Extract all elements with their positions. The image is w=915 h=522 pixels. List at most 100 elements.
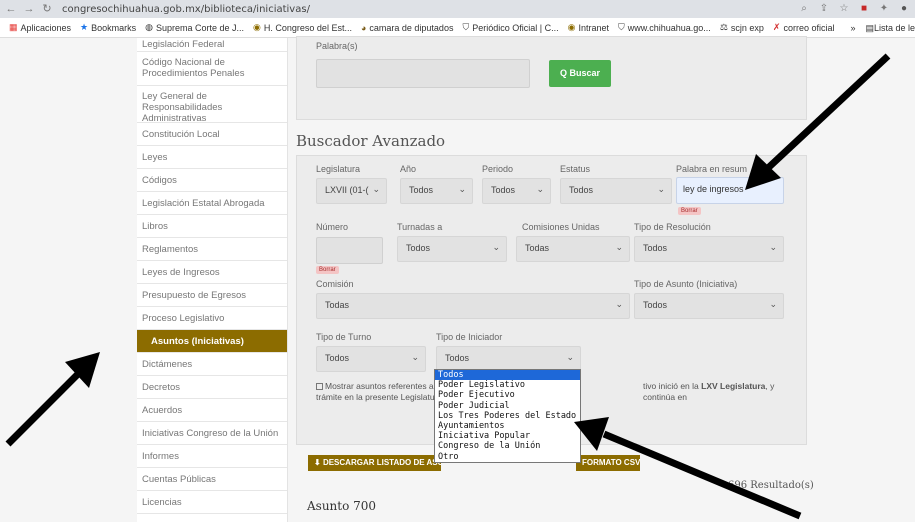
dropdown-option[interactable]: Los Tres Poderes del Estado [435, 411, 580, 421]
sidebar-item[interactable]: Licencias [137, 491, 287, 514]
star-icon[interactable]: ☆ [837, 2, 851, 16]
palabra-resumen-label: Palabra en resum [676, 164, 748, 174]
bookmark-periodico[interactable]: ⛉ Periódico Oficial | C... [462, 22, 558, 33]
sidebar-item[interactable]: Iniciativas Congreso de la Unión [137, 422, 287, 445]
bookmark-camara[interactable]: ◕ camara de diputados [361, 23, 454, 33]
sidebar-item[interactable]: Código Nacional de Procedimientos Penale… [137, 52, 287, 86]
reload-icon[interactable]: ↻ [40, 2, 54, 16]
chevron-down-icon: ⌄ [492, 242, 500, 252]
sidebar-item[interactable]: Presupuesto de Egresos [137, 284, 287, 307]
advanced-search-title: Buscador Avanzado [296, 132, 446, 150]
shield-icon: ⛉ [462, 22, 470, 32]
star-filled-icon: ★ [80, 22, 89, 32]
bookmark-chihuahua[interactable]: ⛉ www.chihuahua.go... [618, 22, 711, 33]
url-bar[interactable]: congresochihuahua.gob.mx/biblioteca/inic… [62, 4, 310, 15]
download-label: DESCARGAR LISTADO DE ASU [322, 458, 441, 467]
bookmark-label: Aplicaciones [20, 22, 72, 33]
congreso-icon: ◉ [567, 22, 576, 32]
numero-input[interactable] [316, 237, 383, 264]
simple-search-card: Palabra(s) Q Buscar [296, 36, 807, 120]
sidebar-item[interactable]: Proceso Legislativo [137, 307, 287, 330]
dropdown-option[interactable]: Congreso de la Unión [435, 441, 580, 451]
select-value: Todos [491, 185, 516, 195]
buscar-button[interactable]: Q Buscar [549, 60, 611, 87]
first-result-title[interactable]: Asunto 700 [307, 499, 376, 513]
profile-icon[interactable]: ● [897, 2, 911, 16]
bookmark-intranet[interactable]: ◉ Intranet [568, 22, 609, 33]
legislatura-select[interactable]: LXVII (01-(⌄ [316, 178, 387, 204]
select-value: Todos [569, 185, 594, 195]
sidebar-item[interactable]: Leyes de Ingresos [137, 261, 287, 284]
more-bookmarks-icon[interactable]: » [850, 23, 855, 33]
sidebar-item[interactable]: Acuerdos [137, 399, 287, 422]
bookmark-suprema-corte[interactable]: ◍ Suprema Corte de J... [145, 22, 244, 33]
download-csv-button[interactable]: FORMATO CSV [576, 455, 640, 471]
chevron-down-icon: ⌄ [411, 352, 419, 362]
legislatura-label: Legislatura [316, 164, 361, 174]
bookmark-congreso[interactable]: ◉ H. Congreso del Est... [253, 22, 352, 33]
dropdown-option[interactable]: Ayuntamientos [435, 421, 580, 431]
tipo-asunto-select[interactable]: Todos ⌄ [634, 293, 784, 319]
sidebar-item[interactable]: Códigos [137, 169, 287, 192]
tipo-turno-select[interactable]: Todos ⌄ [316, 346, 426, 372]
palabras-input[interactable] [316, 59, 530, 88]
sidebar-item[interactable]: Legislación Estatal Abrogada [137, 192, 287, 215]
periodo-select[interactable]: Todos ⌄ [482, 178, 551, 204]
sidebar-item[interactable]: Leyes [137, 146, 287, 169]
dropdown-option[interactable]: Todos [435, 370, 580, 381]
mail-x-icon: ✗ [772, 22, 781, 32]
dropdown-option[interactable]: Poder Legislativo [435, 380, 580, 390]
bookmark-apps[interactable]: ▦ Aplicaciones [9, 22, 71, 33]
sidebar-item[interactable]: Ley General de Responsabilidades Adminis… [137, 86, 287, 124]
estatus-select[interactable]: Todos ⌄ [560, 178, 672, 204]
sidebar-item-active[interactable]: Asuntos (Iniciativas) [137, 330, 287, 353]
checkbox-label-bold: LXV Legislatura [701, 381, 766, 391]
back-icon[interactable]: ← [4, 2, 18, 16]
dropdown-option[interactable]: Poder Judicial [435, 401, 580, 411]
sidebar-item[interactable]: Libros [137, 215, 287, 238]
borrar-numero-button[interactable]: Borrar [316, 266, 339, 274]
dropdown-option[interactable]: Iniciativa Popular [435, 431, 580, 441]
page: Legislación Federal Código Nacional de P… [0, 36, 915, 522]
comision-select[interactable]: Todas ⌄ [316, 293, 630, 319]
globe-icon: ◍ [145, 22, 153, 32]
select-value: Todos [406, 243, 431, 253]
tipo-turno-label: Tipo de Turno [316, 332, 372, 342]
select-value: Todos [325, 353, 350, 363]
dropdown-option[interactable]: Otro [435, 452, 580, 462]
tipo-resolucion-select[interactable]: Todos ⌄ [634, 236, 784, 262]
extension-icon[interactable]: ■ [857, 2, 871, 16]
bookmark-bookmarks[interactable]: ★ Bookmarks [80, 22, 136, 33]
zoom-icon[interactable]: ⌕ [797, 2, 811, 16]
anio-select[interactable]: Todos ⌄ [400, 178, 473, 204]
iniciador-dropdown-list: Todos Poder Legislativo Poder Ejecutivo … [434, 369, 581, 463]
sidebar-item[interactable]: Dictámenes [137, 353, 287, 376]
forward-icon[interactable]: → [22, 2, 36, 16]
bookmark-scjn[interactable]: ⚖ scjn exp [720, 22, 764, 33]
apps-grid-icon: ▦ [9, 22, 18, 32]
sidebar-item[interactable]: Legislación Federal [137, 38, 287, 52]
comisiones-select[interactable]: Todas ⌄ [516, 236, 630, 262]
select-value: Todos [409, 185, 434, 195]
palabra-resumen-input[interactable]: ley de ingresos [676, 177, 784, 204]
sidebar-item[interactable]: Informes [137, 445, 287, 468]
bookmark-label: Bookmarks [91, 22, 137, 33]
dropdown-option[interactable]: Poder Ejecutivo [435, 390, 580, 400]
select-value: LXVII (01-( [325, 185, 369, 195]
sidebar-item[interactable]: Reglamentos [137, 238, 287, 261]
turnadas-select[interactable]: Todos ⌄ [397, 236, 507, 262]
borrar-resumen-button[interactable]: Borrar [678, 207, 701, 215]
bookmark-correo[interactable]: ✗ correo oficial [773, 22, 835, 33]
bookmark-reading-list[interactable]: » ▤ Lista de le [844, 18, 915, 37]
browser-tools: ⌕ ⇪ ☆ ■ ✦ ● [797, 2, 911, 16]
bookmark-label: Periódico Oficial | C... [472, 22, 559, 33]
sidebar-item[interactable]: Constitución Local [137, 123, 287, 146]
pin-icon[interactable]: ✦ [877, 2, 891, 16]
sidebar-item[interactable]: Decretos [137, 376, 287, 399]
download-list-button[interactable]: ⬇ DESCARGAR LISTADO DE ASU [308, 455, 441, 471]
tipo-asunto-label: Tipo de Asunto (Iniciativa) [634, 279, 738, 289]
share-icon[interactable]: ⇪ [817, 2, 831, 16]
checkbox[interactable] [316, 383, 323, 391]
sidebar-item[interactable]: Cuentas Públicas [137, 468, 287, 491]
select-value: Todas [325, 300, 350, 310]
